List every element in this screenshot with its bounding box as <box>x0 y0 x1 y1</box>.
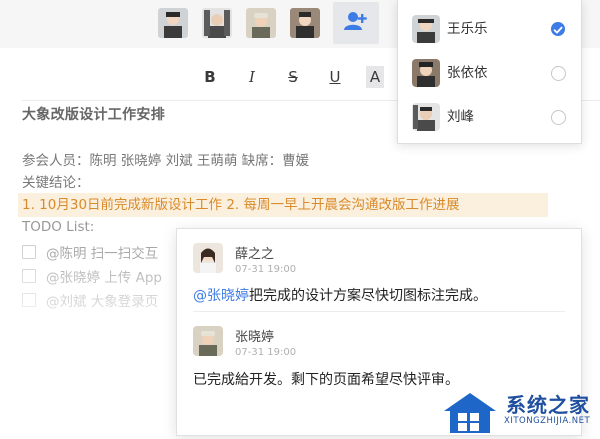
house-logo-icon <box>440 389 502 439</box>
comment-separator <box>193 311 565 312</box>
add-collaborator-button[interactable] <box>333 2 379 44</box>
mention-link[interactable]: @张晓婷 <box>193 288 249 304</box>
comment-time: 07-31 19:00 <box>235 347 297 358</box>
todo-text: @陈明 扫一扫交互 <box>46 246 159 262</box>
collaborator-avatar-1[interactable] <box>158 8 188 38</box>
todo-item: @陈明 扫一扫交互 <box>22 242 158 262</box>
todo-item: @张晓婷 上传 App <box>22 266 162 286</box>
todo-label: TODO List: <box>22 219 95 235</box>
avatar <box>412 59 440 87</box>
comment-body: 把完成的设计方案尽快切图标注完成。 <box>249 288 487 304</box>
todo-item: @刘斌 大象登录页 <box>22 290 158 310</box>
watermark-brand: 系统之家 <box>506 393 590 417</box>
conclusion-text: 1. 10月30日前完成新版设计工作 2. 每周一早上开晨会沟通改版工作进展 <box>22 197 460 213</box>
comment-author: 薛之之 <box>235 247 275 262</box>
underline-button[interactable]: U <box>325 66 345 88</box>
todo-text: @刘斌 大象登录页 <box>46 294 159 310</box>
avatar <box>412 103 440 131</box>
attendees-line: 参会人员：陈明 张晓婷 刘斌 王萌萌 缺席：曹媛 <box>22 153 310 169</box>
add-user-icon <box>344 10 368 36</box>
unselected-radio-icon[interactable] <box>551 66 566 81</box>
avatar <box>412 15 440 43</box>
unselected-radio-icon[interactable] <box>551 110 566 125</box>
italic-button[interactable]: I <box>242 66 262 88</box>
watermark: 系统之家 XITONGZHIJIA.NET <box>438 387 600 438</box>
collaborator-avatar-2[interactable] <box>202 8 232 38</box>
collaborator-dropdown: 王乐乐 张依依 刘峰 <box>397 0 582 144</box>
dropdown-item-name: 王乐乐 <box>447 21 488 37</box>
document-title: 大象改版设计工作安排 <box>22 107 165 123</box>
avatar <box>193 326 223 356</box>
collaborator-avatar-4[interactable] <box>290 8 320 38</box>
todo-checkbox[interactable] <box>22 269 36 283</box>
dropdown-item-name: 张依依 <box>447 65 488 81</box>
font-color-button[interactable]: A <box>366 66 384 88</box>
todo-checkbox[interactable] <box>22 293 36 307</box>
dropdown-item[interactable]: 张依依 <box>398 51 581 95</box>
bold-button[interactable]: B <box>200 66 220 88</box>
avatar <box>193 243 223 273</box>
comment-author: 张晓婷 <box>235 330 275 345</box>
comment-text: @张晓婷把完成的设计方案尽快切图标注完成。 <box>193 285 487 305</box>
comment-text: 已完成給开发。剩下的页面希望尽快评审。 <box>193 372 459 388</box>
dropdown-item-name: 刘峰 <box>447 109 474 125</box>
strikethrough-button[interactable]: S <box>283 66 303 88</box>
conclusion-label: 关键结论： <box>22 175 90 191</box>
selected-check-icon[interactable] <box>551 22 565 36</box>
todo-checkbox[interactable] <box>22 245 36 259</box>
collaborator-avatar-3[interactable] <box>246 8 276 38</box>
highlighted-conclusion: 1. 10月30日前完成新版设计工作 2. 每周一早上开晨会沟通改版工作进展 <box>18 193 548 217</box>
todo-text: @张晓婷 上传 App <box>46 270 162 286</box>
comment-time: 07-31 19:00 <box>235 264 297 275</box>
watermark-url: XITONGZHIJIA.NET <box>504 416 591 426</box>
dropdown-item[interactable]: 王乐乐 <box>398 7 581 51</box>
dropdown-item[interactable]: 刘峰 <box>398 95 581 139</box>
